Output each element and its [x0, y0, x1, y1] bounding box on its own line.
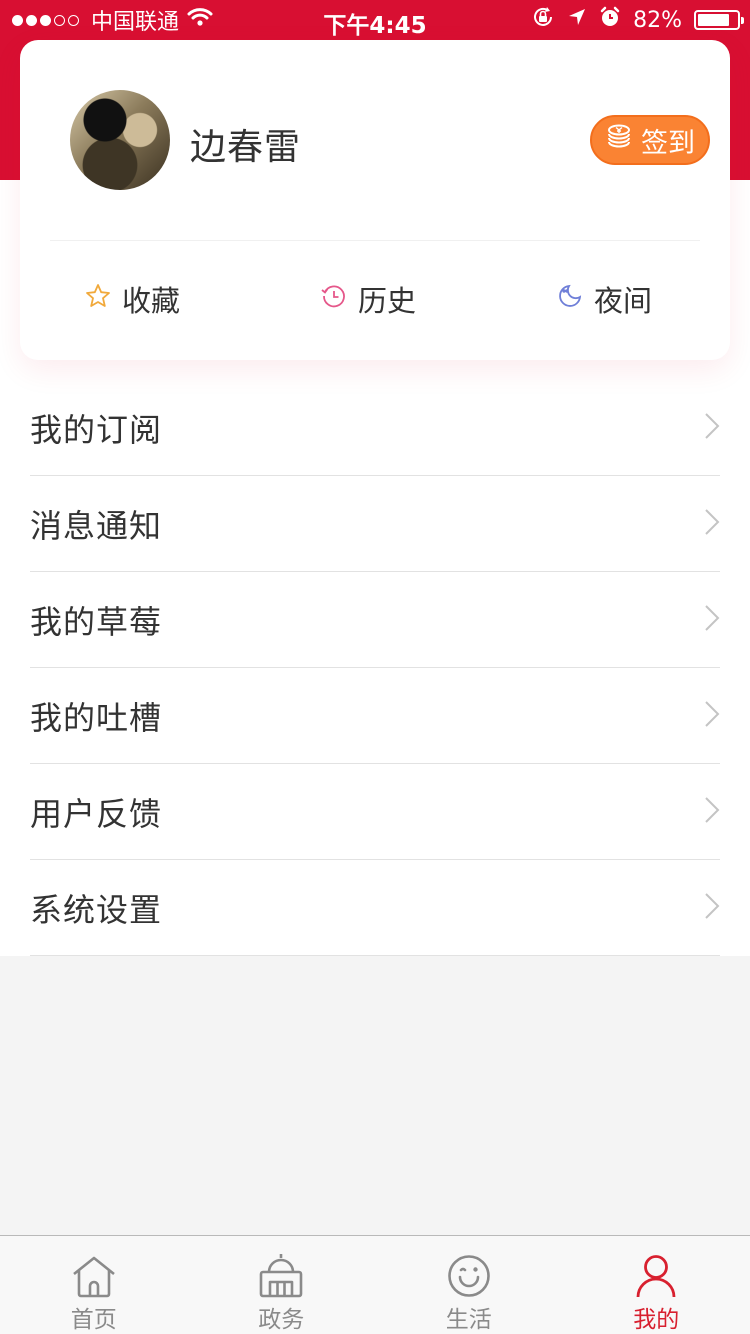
tab-government[interactable]: 政务 — [188, 1236, 376, 1334]
tab-life[interactable]: 生活 — [375, 1236, 563, 1334]
moon-icon — [556, 282, 584, 317]
menu-item-label: 我的草莓 — [30, 602, 163, 641]
tab-label: 我的 — [633, 1307, 680, 1333]
signin-button[interactable]: 签到 — [590, 115, 710, 165]
chevron-right-icon — [704, 412, 720, 444]
smiley-icon — [447, 1252, 491, 1298]
chevron-right-icon — [704, 604, 720, 636]
history-button[interactable]: 历史 — [320, 278, 416, 320]
menu-item-strawberries[interactable]: 我的草莓 — [30, 572, 720, 668]
menu-item-feedback[interactable]: 用户反馈 — [30, 764, 720, 860]
tab-label: 政务 — [258, 1307, 305, 1333]
tab-label: 首页 — [70, 1307, 117, 1333]
signin-label: 签到 — [641, 127, 695, 159]
history-label: 历史 — [358, 284, 417, 318]
menu-item-label: 用户反馈 — [30, 794, 163, 833]
menu-item-settings[interactable]: 系统设置 — [30, 860, 720, 956]
chevron-right-icon — [704, 796, 720, 828]
settings-menu: 我的订阅 消息通知 我的草莓 我的吐槽 用户反馈 系统设置 — [0, 380, 750, 956]
government-building-icon — [258, 1252, 304, 1298]
username[interactable]: 边春雷 — [190, 118, 301, 170]
quick-actions: 收藏 历史 夜间 — [20, 278, 730, 324]
card-divider — [50, 240, 700, 241]
user-icon — [636, 1252, 676, 1298]
tab-mine[interactable]: 我的 — [563, 1236, 750, 1334]
star-icon — [84, 282, 112, 317]
menu-item-label: 我的吐槽 — [30, 698, 163, 737]
tab-label: 生活 — [445, 1307, 492, 1333]
history-clock-icon — [320, 282, 348, 317]
menu-item-notifications[interactable]: 消息通知 — [30, 476, 720, 572]
chevron-right-icon — [704, 700, 720, 732]
night-mode-label: 夜间 — [594, 284, 653, 318]
menu-item-complaints[interactable]: 我的吐槽 — [30, 668, 720, 764]
wifi-icon — [187, 7, 213, 33]
chevron-right-icon — [704, 892, 720, 924]
menu-item-label: 系统设置 — [30, 890, 163, 929]
menu-item-subscriptions[interactable]: 我的订阅 — [30, 380, 720, 476]
favorites-button[interactable]: 收藏 — [84, 278, 180, 320]
battery-icon — [694, 10, 744, 30]
rotation-lock-icon — [531, 5, 555, 35]
avatar[interactable] — [70, 90, 170, 190]
menu-item-label: 我的订阅 — [30, 410, 163, 449]
signal-strength-icon — [12, 14, 79, 26]
menu-item-label: 消息通知 — [30, 506, 163, 545]
location-arrow-icon — [567, 7, 587, 33]
tab-bar: 首页 政务 生活 我的 — [0, 1235, 750, 1334]
profile-card: 边春雷 签到 收藏 历史 夜间 — [20, 40, 730, 360]
carrier-name: 中国联通 — [91, 10, 180, 35]
favorites-label: 收藏 — [122, 284, 181, 318]
coin-stack-icon — [605, 123, 633, 158]
chevron-right-icon — [704, 508, 720, 540]
night-mode-button[interactable]: 夜间 — [556, 278, 652, 320]
home-icon — [71, 1252, 117, 1298]
battery-percent: 82% — [633, 7, 682, 33]
tab-home[interactable]: 首页 — [0, 1236, 188, 1334]
alarm-icon — [599, 6, 621, 34]
status-bar: 中国联通 下午4:45 82% — [0, 0, 750, 40]
